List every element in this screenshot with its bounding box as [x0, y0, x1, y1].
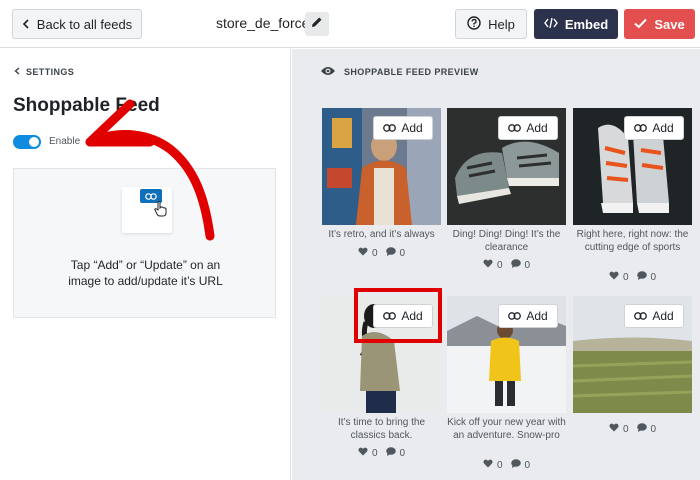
back-button-label: Back to all feeds	[36, 16, 133, 32]
help-button[interactable]: Help	[455, 9, 527, 39]
comments-count: 0	[650, 271, 657, 283]
question-circle-icon	[467, 15, 481, 33]
link-icon	[508, 121, 522, 135]
likes-count: 0	[371, 447, 378, 459]
feed-post: Add 0 0	[573, 296, 692, 476]
add-label: Add	[401, 121, 423, 135]
comments-count: 0	[399, 447, 406, 459]
embed-label: Embed	[564, 16, 609, 32]
comments-count: 0	[524, 459, 531, 471]
comment-icon	[510, 259, 521, 271]
preview-header: SHOPPABLE FEED PREVIEW	[320, 66, 479, 78]
link-icon	[634, 309, 648, 323]
add-label: Add	[526, 309, 548, 323]
post-stats: 0 0	[447, 259, 566, 271]
heart-icon	[483, 259, 493, 271]
enable-toggle[interactable]	[13, 135, 41, 149]
add-link-button[interactable]: Add	[624, 304, 684, 328]
toggle-knob	[29, 137, 39, 147]
link-icon	[383, 309, 397, 323]
feed-preview-panel: SHOPPABLE FEED PREVIEW Add It’s retro, a…	[292, 49, 700, 480]
link-icon	[508, 309, 522, 323]
post-stats: 0 0	[573, 423, 692, 435]
likes-count: 0	[622, 271, 629, 283]
add-label: Add	[401, 309, 423, 323]
feed-post: Add Kick off your new year with an adven…	[447, 296, 566, 476]
comments-count: 0	[399, 247, 406, 259]
post-caption: It’s time to bring the classics back.	[337, 417, 426, 441]
post-stats: 0 0	[322, 447, 441, 459]
checkmark-icon	[634, 17, 648, 32]
add-link-button[interactable]: Add	[498, 304, 558, 328]
settings-link-label: SETTINGS	[26, 67, 75, 77]
post-caption: Right here, right now: the cutting edge …	[576, 229, 689, 253]
comments-count: 0	[524, 259, 531, 271]
save-label: Save	[654, 16, 685, 32]
add-link-button[interactable]: Add	[498, 116, 558, 140]
preview-header-label: SHOPPABLE FEED PREVIEW	[344, 67, 479, 77]
code-icon	[543, 17, 558, 32]
add-label: Add	[652, 121, 674, 135]
likes-count: 0	[496, 459, 503, 471]
add-link-button[interactable]: Add	[373, 304, 433, 328]
link-icon	[383, 121, 397, 135]
top-bar: Back to all feeds store_de_force Help Em…	[0, 0, 700, 48]
add-link-button[interactable]: Add	[624, 116, 684, 140]
comment-icon	[385, 247, 396, 259]
chevron-left-icon	[14, 67, 20, 77]
likes-count: 0	[496, 259, 503, 271]
pencil-icon	[311, 15, 323, 33]
comment-icon	[636, 271, 647, 283]
post-caption: Ding! Ding! Ding! It’s the clearance	[452, 229, 561, 253]
post-stats: 0 0	[322, 247, 441, 259]
embed-button[interactable]: Embed	[534, 9, 618, 39]
feed-post: Add It’s time to bring the classics back…	[322, 296, 441, 476]
info-card: Tap “Add” or “Update” on an image to add…	[13, 168, 276, 318]
eye-icon	[320, 66, 336, 78]
heart-icon	[609, 271, 619, 283]
heart-icon	[609, 423, 619, 435]
post-caption: It’s retro, and it’s always	[328, 229, 435, 240]
pointer-hand-icon	[154, 201, 168, 222]
add-link-button[interactable]: Add	[373, 116, 433, 140]
post-caption: Kick off your new year with an adventure…	[447, 417, 566, 441]
feed-post: Add Right here, right now: the cutting e…	[573, 108, 692, 288]
comment-icon	[636, 423, 647, 435]
heart-icon	[358, 447, 368, 459]
post-stats: 0 0	[447, 459, 566, 471]
comment-icon	[510, 459, 521, 471]
back-to-feeds-button[interactable]: Back to all feeds	[12, 9, 142, 39]
heart-icon	[358, 247, 368, 259]
add-label: Add	[526, 121, 548, 135]
save-button[interactable]: Save	[624, 9, 695, 39]
chevron-left-icon	[22, 17, 30, 32]
post-stats: 0 0	[573, 271, 692, 283]
comments-count: 0	[650, 423, 657, 435]
panel-title: Shoppable Feed	[13, 95, 160, 116]
edit-feed-name-button[interactable]	[305, 12, 329, 36]
comment-icon	[385, 447, 396, 459]
add-label: Add	[652, 309, 674, 323]
feed-post: Add Ding! Ding! Ding! It’s the clearance…	[447, 108, 566, 288]
link-icon	[634, 121, 648, 135]
likes-count: 0	[371, 247, 378, 259]
help-label: Help	[488, 16, 515, 32]
info-text: Tap “Add” or “Update” on an image to add…	[68, 258, 223, 288]
heart-icon	[483, 459, 493, 471]
likes-count: 0	[622, 423, 629, 435]
enable-toggle-label: Enable	[49, 136, 81, 147]
feed-post: Add It’s retro, and it’s always 0 0	[322, 108, 441, 288]
feed-name: store_de_force	[216, 15, 310, 31]
settings-panel: SETTINGS Shoppable Feed Enable Tap “Add”…	[0, 49, 291, 480]
settings-back-link[interactable]: SETTINGS	[14, 67, 74, 77]
